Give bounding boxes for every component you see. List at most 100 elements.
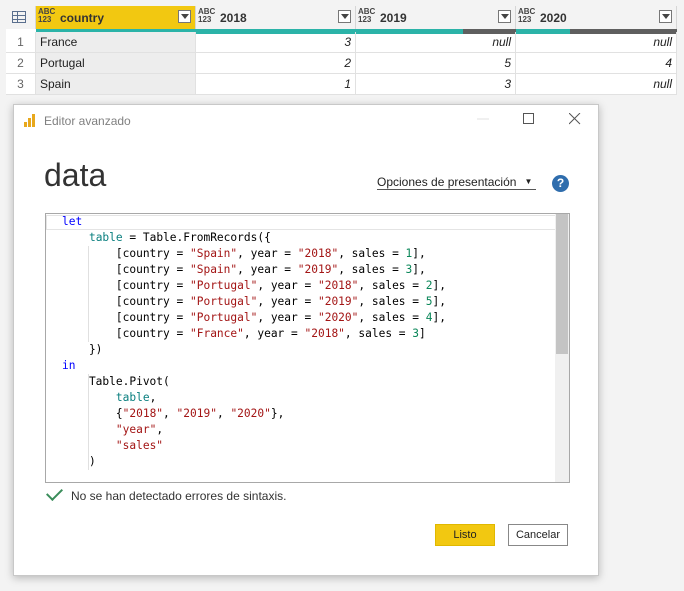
code-token: , sales = [358,295,426,308]
table-row: 1 France 3 null null [6,32,677,53]
code-token: "2019" [297,263,339,276]
code-token: "Spain" [189,247,238,260]
cell-country[interactable]: Portugal [36,53,196,74]
type-any-icon: ABC 123 [358,7,376,24]
row-index[interactable]: 3 [6,74,36,95]
code-token: , [216,407,231,420]
maximize-button[interactable] [518,111,540,129]
filter-dropdown-button[interactable] [498,10,511,23]
code-token: [country = [62,279,190,292]
code-token: , sales = [358,279,426,292]
code-line: [country = "Spain", year = "2018", sales… [62,246,446,262]
close-button[interactable] [564,111,586,129]
dialog-title: Editor avanzado [44,114,131,128]
column-header-country[interactable]: ABC 123 country [36,6,196,29]
code-token: , sales = [358,311,426,324]
code-token: "sales" [115,439,164,452]
cell-2020[interactable]: 4 [516,53,677,74]
filter-dropdown-button[interactable] [178,10,191,23]
code-line: table, [62,390,446,406]
code-line: [country = "Spain", year = "2019", sales… [62,262,446,278]
column-name: country [60,11,105,25]
help-icon[interactable]: ? [552,175,569,192]
table-icon [12,11,26,23]
code-token: ] [419,327,426,340]
cell-2018[interactable]: 2 [196,53,356,74]
code-token: "Portugal" [189,279,258,292]
presentation-options-label: Opciones de presentación [377,175,517,189]
code-line: let [62,214,446,230]
code-token: table [88,231,123,244]
code-token: "France" [189,327,244,340]
code-editor[interactable]: let table = Table.FromRecords({ [country… [45,213,570,483]
code-token: , [163,407,177,420]
table-row: 3 Spain 1 3 null [6,74,677,95]
code-token: , year = [243,327,305,340]
code-token: 2 [425,279,433,292]
grid-header-row: ABC 123 country ABC 123 2018 ABC 123 201… [6,6,677,29]
code-token: "2019" [317,295,359,308]
column-header-2018[interactable]: ABC 123 2018 [196,6,356,29]
code-token: , year = [237,247,298,260]
maximize-icon [523,113,534,124]
scrollbar-thumb[interactable] [556,214,568,354]
code-token: , sales = [344,327,413,340]
data-grid: ABC 123 country ABC 123 2018 ABC 123 201… [6,6,677,95]
cell-2018[interactable]: 3 [196,32,356,53]
code-line: [country = "France", year = "2018", sale… [62,326,446,342]
code-line: "year", [62,422,446,438]
column-header-2020[interactable]: ABC 123 2020 [516,6,677,29]
vertical-scrollbar[interactable] [555,214,569,482]
code-token: ], [432,279,446,292]
code-line: table = Table.FromRecords({ [62,230,446,246]
caret-down-icon: ▼ [524,177,533,186]
cell-country[interactable]: Spain [36,74,196,95]
code-token: Table.Pivot( [62,375,170,388]
code-text[interactable]: let table = Table.FromRecords({ [country… [62,214,446,470]
code-token: , year = [237,263,298,276]
cell-2020[interactable]: null [516,32,677,53]
type-any-icon: ABC 123 [518,7,536,24]
code-token: 5 [425,295,433,308]
minimize-button[interactable] [472,111,494,129]
column-header-2019[interactable]: ABC 123 2019 [356,6,516,29]
code-line: in [62,358,446,374]
table-menu-button[interactable] [6,6,36,29]
code-token: table [115,391,150,404]
code-line: [country = "Portugal", year = "2020", sa… [62,310,446,326]
cell-2019[interactable]: null [356,32,516,53]
table-row: 2 Portugal 2 5 4 [6,53,677,74]
code-token: [country = [62,327,190,340]
row-index[interactable]: 1 [6,32,36,53]
column-name: 2018 [220,11,247,25]
code-line: {"2018", "2019", "2020"}, [62,406,446,422]
filter-dropdown-button[interactable] [338,10,351,23]
code-token: , [156,423,164,436]
cell-2019[interactable]: 3 [356,74,516,95]
code-token: }) [62,343,103,356]
cancel-button[interactable]: Cancelar [508,524,568,546]
power-bi-icon [24,114,38,127]
minimize-icon [477,118,489,120]
code-token: ], [412,263,426,276]
column-name: 2020 [540,11,567,25]
cell-2019[interactable]: 5 [356,53,516,74]
code-token: , year = [257,279,318,292]
cell-country[interactable]: France [36,32,196,53]
close-icon [568,112,581,125]
code-token: "2018" [304,327,345,340]
cell-2018[interactable]: 1 [196,74,356,95]
code-line: [country = "Portugal", year = "2019", sa… [62,294,446,310]
code-token: "Portugal" [189,311,258,324]
presentation-options-dropdown[interactable]: Opciones de presentación ▼ [377,175,537,190]
advanced-editor-dialog: Editor avanzado data Opciones de present… [13,104,599,576]
done-button[interactable]: Listo [435,524,495,546]
code-token: , year = [257,311,318,324]
filter-dropdown-button[interactable] [659,10,672,23]
code-line: }) [62,342,446,358]
code-token: "Spain" [189,263,238,276]
syntax-status: No se han detectado errores de sintaxis. [46,484,286,503]
row-index[interactable]: 2 [6,53,36,74]
cell-2020[interactable]: null [516,74,677,95]
